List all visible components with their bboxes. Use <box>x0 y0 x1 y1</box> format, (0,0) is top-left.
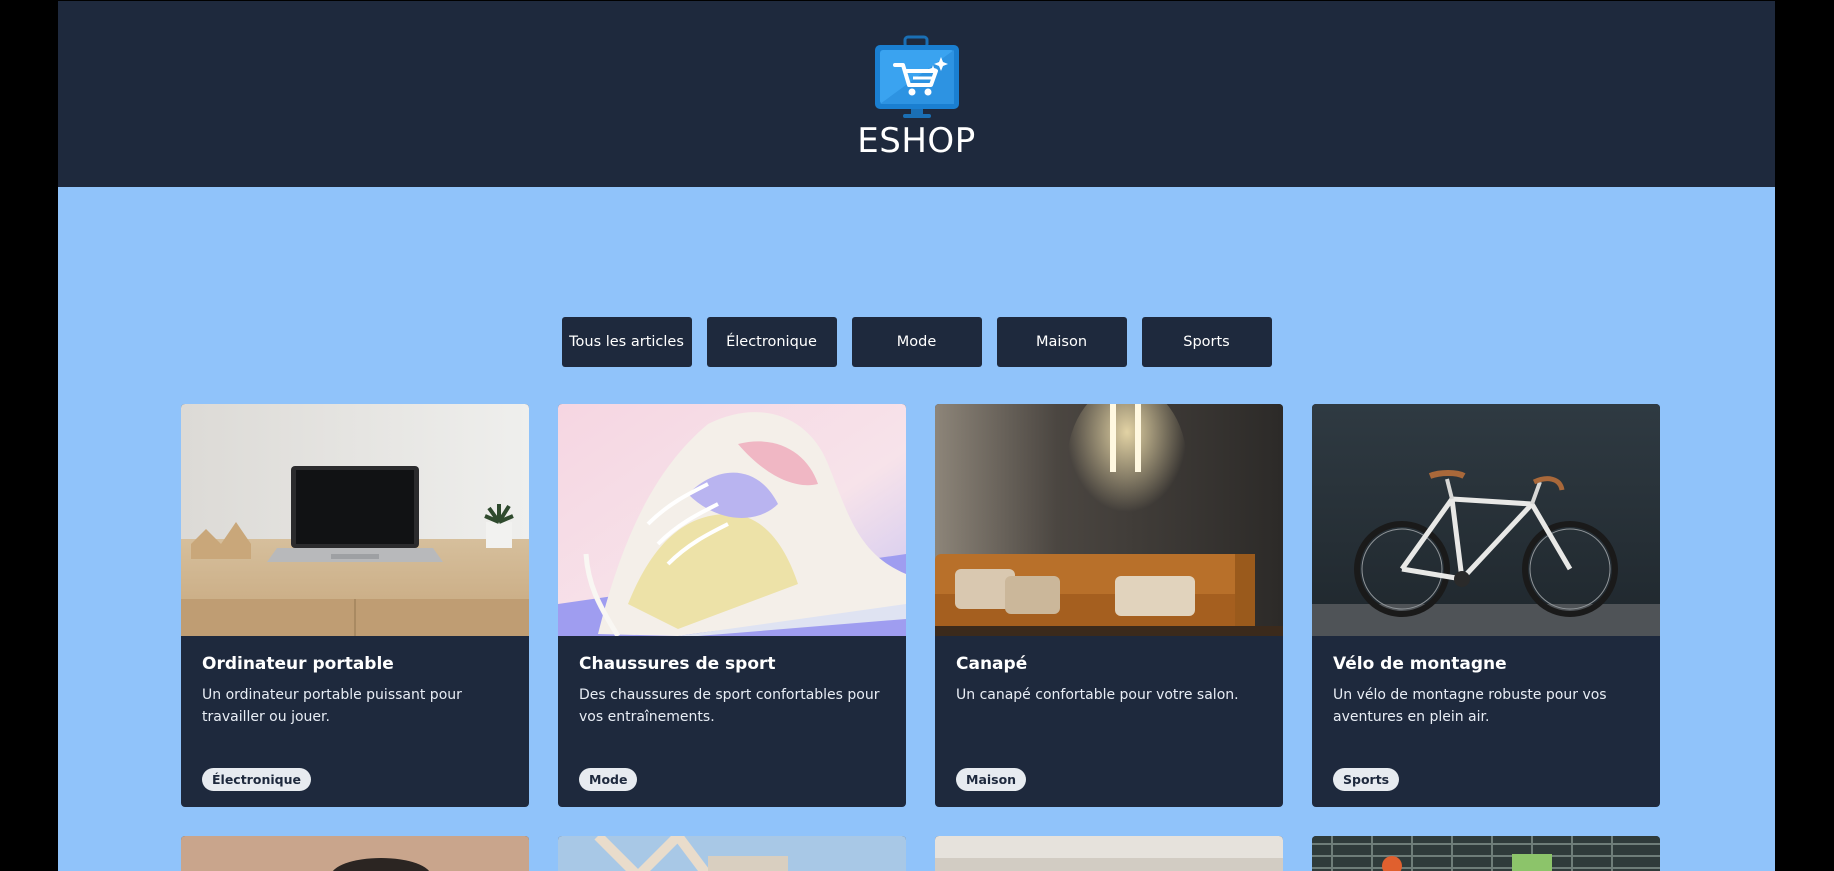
product-title[interactable]: Canapé <box>956 654 1262 674</box>
product-image-partial <box>181 836 529 871</box>
product-title[interactable]: Vélo de montagne <box>1333 654 1639 674</box>
product-description: Un ordinateur portable puissant pour tra… <box>202 687 462 725</box>
product-description: Un vélo de montagne robuste pour vos ave… <box>1333 687 1607 725</box>
product-card[interactable]: Canapé Un canapé confortable pour votre … <box>935 404 1283 807</box>
product-image-partial <box>935 836 1283 871</box>
product-title[interactable]: Chaussures de sport <box>579 654 885 674</box>
filter-button-maison[interactable]: Maison <box>996 317 1127 367</box>
product-description: Un canapé confortable pour votre salon. <box>956 687 1239 703</box>
product-card-partial[interactable] <box>935 836 1283 871</box>
product-card-partial[interactable] <box>1312 836 1660 871</box>
category-badge: Maison <box>956 768 1027 791</box>
product-card[interactable]: Ordinateur portable Un ordinateur portab… <box>181 404 529 807</box>
product-image-partial <box>1312 836 1660 871</box>
filter-button-mode[interactable]: Mode <box>851 317 982 367</box>
category-badge: Électronique <box>202 768 311 791</box>
brand-title: ESHOP <box>857 121 976 161</box>
product-title[interactable]: Ordinateur portable <box>202 654 508 674</box>
product-card[interactable]: Vélo de montagne Un vélo de montagne rob… <box>1312 404 1660 807</box>
category-filter-bar: Tous les articles Électronique Mode Mais… <box>58 317 1775 367</box>
product-image-bike[interactable] <box>1312 404 1660 636</box>
product-description: Des chaussures de sport confortables pou… <box>579 687 880 725</box>
product-card[interactable]: Chaussures de sport Des chaussures de sp… <box>558 404 906 807</box>
product-image-laptop[interactable] <box>181 404 529 636</box>
site-header: ESHOP <box>58 1 1775 187</box>
category-badge: Mode <box>579 768 638 791</box>
category-badge: Sports <box>1333 768 1400 791</box>
filter-button-sports[interactable]: Sports <box>1141 317 1272 367</box>
product-card-partial[interactable] <box>181 836 529 871</box>
product-card-partial[interactable] <box>558 836 906 871</box>
product-image-sofa[interactable] <box>935 404 1283 636</box>
product-grid: Ordinateur portable Un ordinateur portab… <box>181 404 1660 871</box>
page: ESHOP Tous les articles Électronique Mod… <box>58 1 1775 871</box>
filter-button-electronique[interactable]: Électronique <box>706 317 837 367</box>
filter-button-all[interactable]: Tous les articles <box>561 317 692 367</box>
product-image-sneakers[interactable] <box>558 404 906 636</box>
product-image-partial <box>558 836 906 871</box>
shopping-cart-monitor-icon[interactable] <box>873 35 961 119</box>
